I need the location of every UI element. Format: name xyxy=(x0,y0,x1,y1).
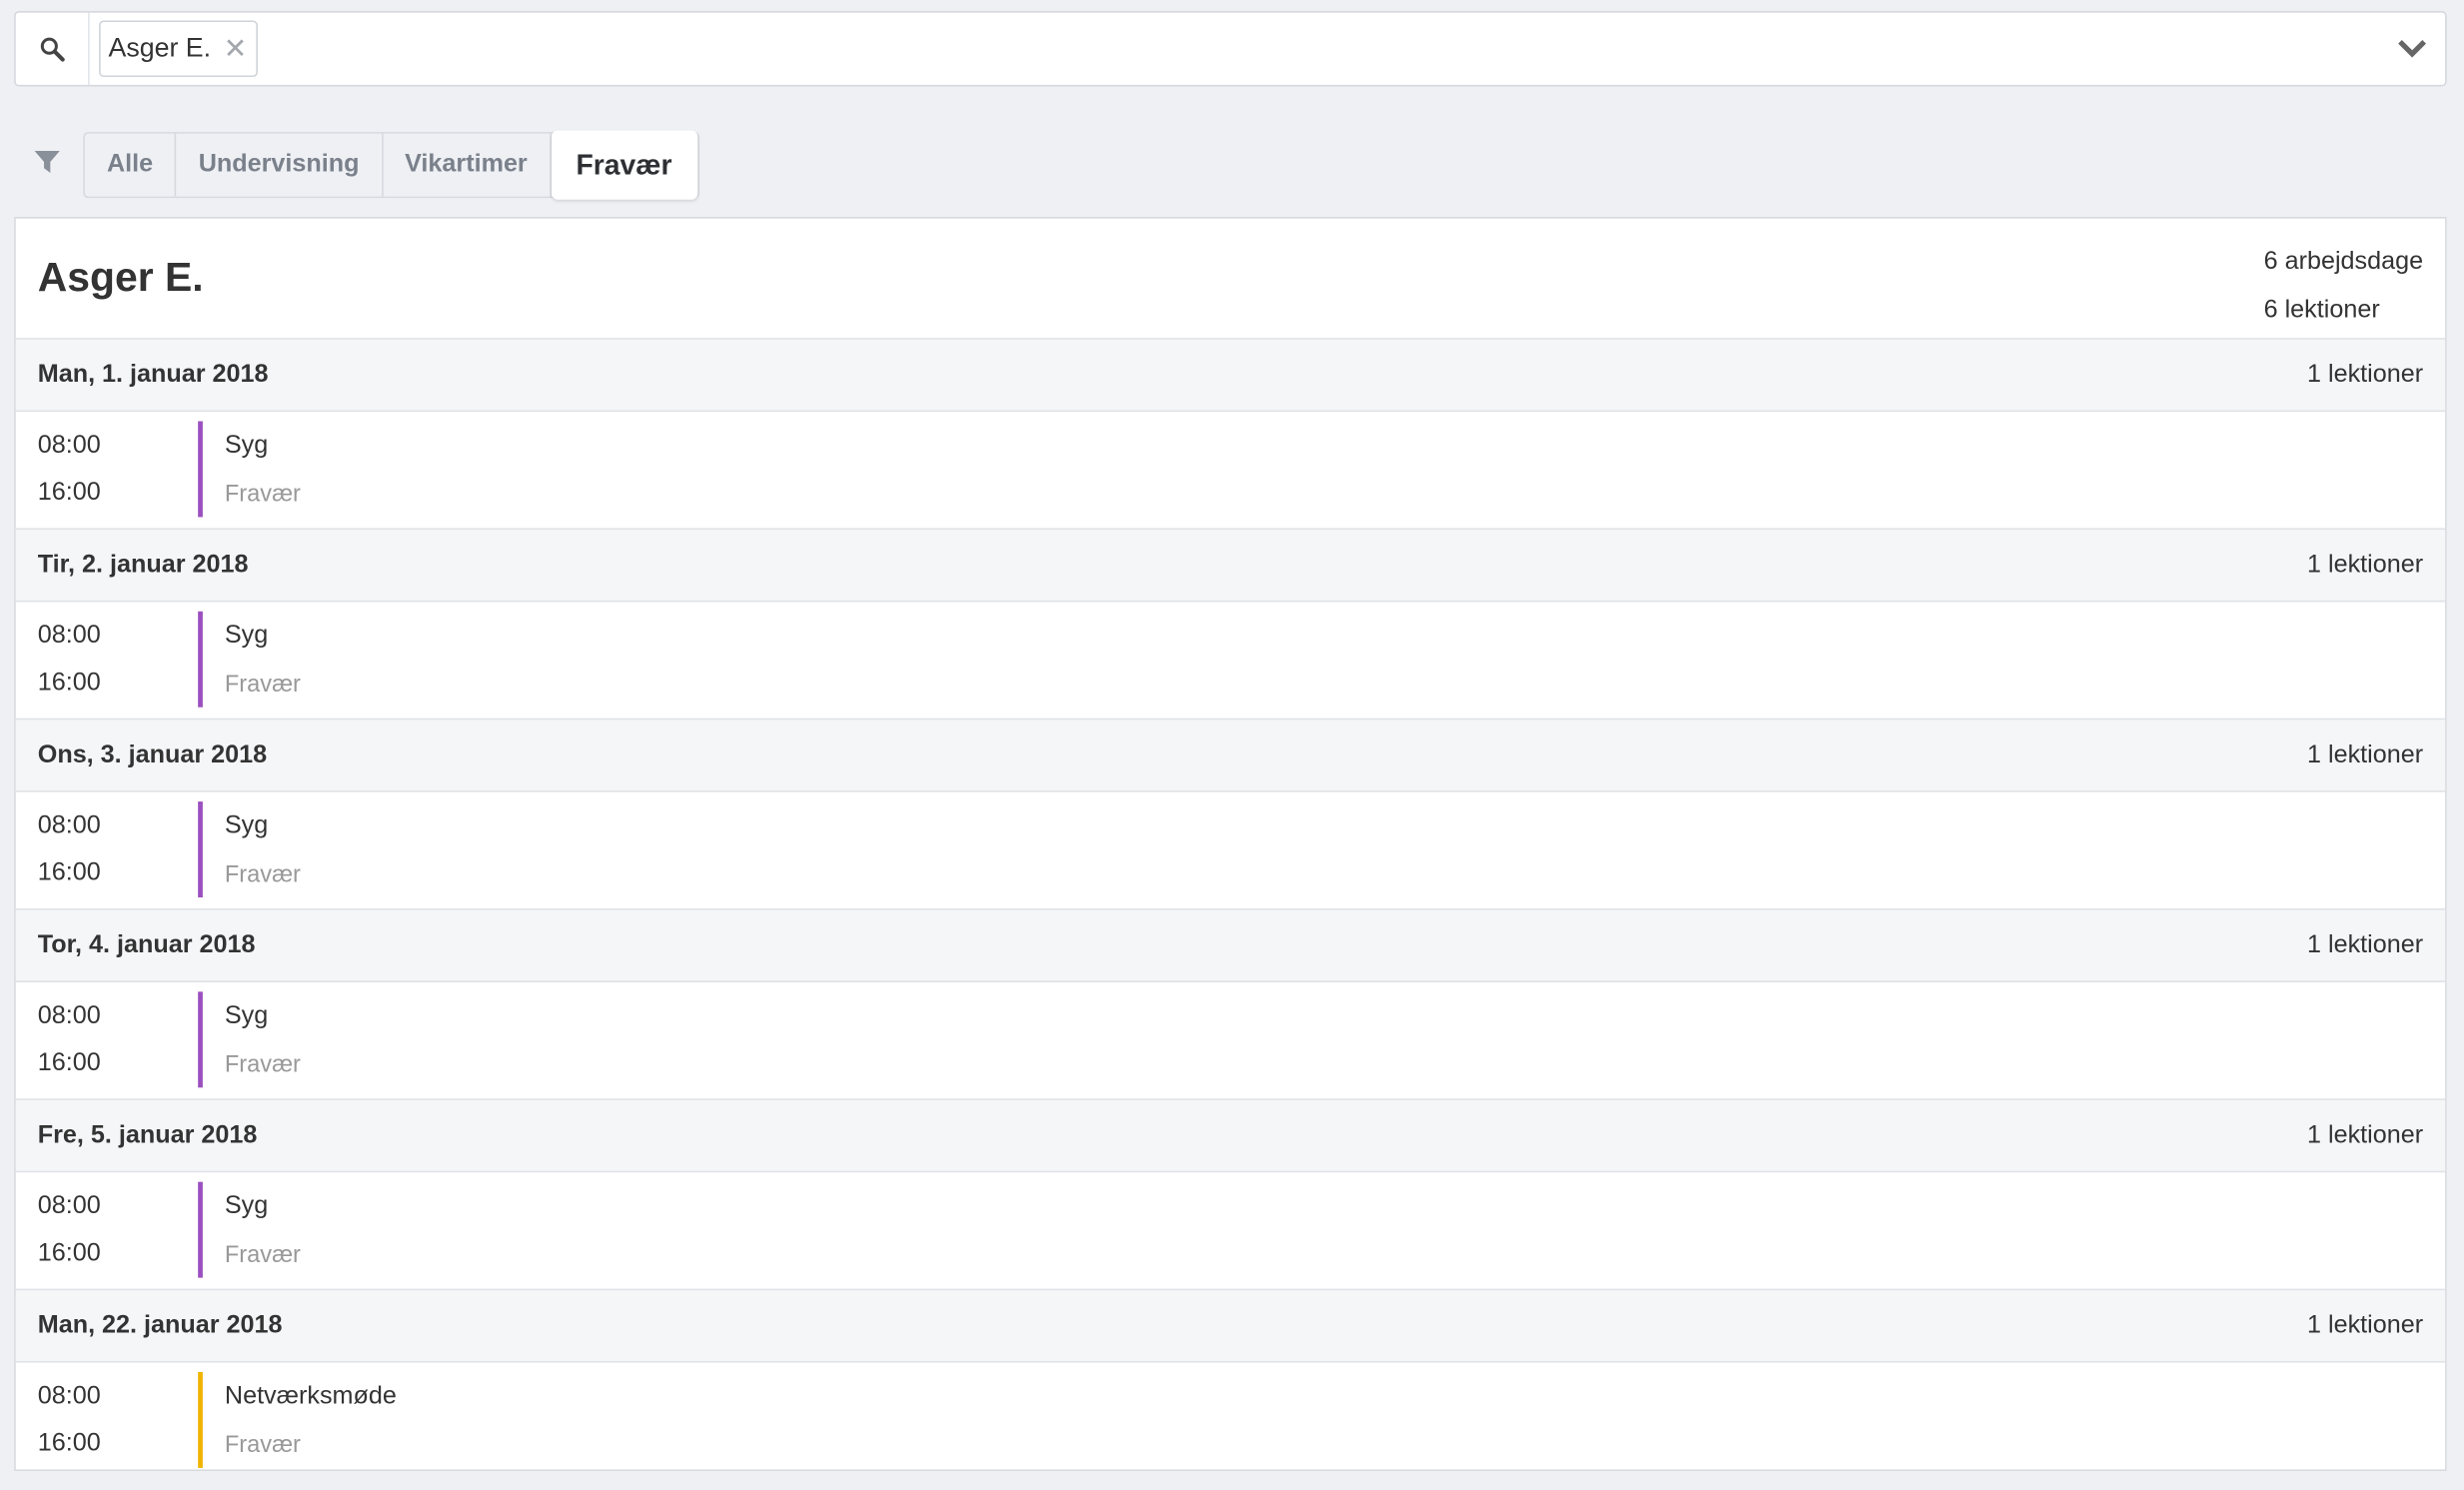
filter-tabs: Alle Undervisning Vikartimer Fravær xyxy=(83,130,699,200)
event-end-time: 16:00 xyxy=(37,1430,101,1457)
search-bar[interactable]: Asger E. ✕ xyxy=(14,11,2447,87)
event-row[interactable]: 08:00 16:00 Syg Fravær xyxy=(15,982,2446,1100)
event-type: Fravær xyxy=(224,1241,301,1269)
event-color-bar xyxy=(198,421,203,518)
day-header: Fre, 5. januar 2018 1 lektioner xyxy=(15,1099,2446,1173)
event-start-time: 08:00 xyxy=(37,1002,101,1030)
event-color-bar xyxy=(198,1181,203,1278)
event-title: Syg xyxy=(224,1002,269,1030)
event-row[interactable]: 08:00 16:00 Syg Fravær xyxy=(15,412,2446,530)
event-color-bar xyxy=(198,611,203,708)
panel-header: Asger E. 6 arbejdsdage 6 lektioner xyxy=(15,219,2446,340)
event-end-time: 16:00 xyxy=(37,1049,101,1077)
search-token[interactable]: Asger E. ✕ xyxy=(99,20,259,78)
event-end-time: 16:00 xyxy=(37,479,101,507)
day-list: Man, 1. januar 2018 1 lektioner 08:00 16… xyxy=(15,339,2446,1479)
day-date: Man, 22. januar 2018 xyxy=(37,1311,283,1339)
tab-vikartimer[interactable]: Vikartimer xyxy=(383,133,552,197)
event-color-bar xyxy=(198,801,203,898)
day-date: Fre, 5. januar 2018 xyxy=(37,1121,258,1148)
event-start-time: 08:00 xyxy=(37,622,101,650)
event-start-time: 08:00 xyxy=(37,432,101,460)
event-type: Fravær xyxy=(224,1051,301,1078)
summary-lessons: 6 lektioner xyxy=(2263,297,2380,324)
day-header: Man, 22. januar 2018 1 lektioner xyxy=(15,1290,2446,1363)
event-type: Fravær xyxy=(224,1431,301,1459)
day-lesson-count: 1 lektioner xyxy=(2306,930,2424,958)
day-header: Man, 1. januar 2018 1 lektioner xyxy=(15,339,2446,413)
event-title: Syg xyxy=(224,622,269,650)
event-row[interactable]: 08:00 16:00 Syg Fravær xyxy=(15,602,2446,721)
day-lesson-count: 1 lektioner xyxy=(2306,1121,2424,1148)
day-date: Tor, 4. januar 2018 xyxy=(37,930,256,958)
event-row[interactable]: 08:00 16:00 Netværksmøde Fravær xyxy=(16,1363,2445,1479)
day-lesson-count: 1 lektioner xyxy=(2306,360,2424,388)
remove-token-icon[interactable]: ✕ xyxy=(224,32,248,65)
schedule-panel: Asger E. 6 arbejdsdage 6 lektioner Man, … xyxy=(14,217,2447,1472)
event-color-bar xyxy=(198,1371,203,1468)
event-type: Fravær xyxy=(224,671,301,699)
filter-icon xyxy=(34,150,60,173)
tab-fravaer[interactable]: Fravær xyxy=(551,130,697,200)
day-date: Ons, 3. januar 2018 xyxy=(37,741,268,768)
event-title: Syg xyxy=(224,1192,269,1220)
app-root: Asger E. ✕ Alle Undervisning Vikartimer … xyxy=(0,0,2464,1490)
day-date: Man, 1. januar 2018 xyxy=(37,360,269,388)
day-header: Tir, 2. januar 2018 1 lektioner xyxy=(15,529,2446,603)
event-start-time: 08:00 xyxy=(37,1192,101,1220)
day-lesson-count: 1 lektioner xyxy=(2306,741,2424,768)
panel-summary: 6 arbejdsdage 6 lektioner xyxy=(2264,237,2424,335)
tab-undervisning[interactable]: Undervisning xyxy=(177,133,384,197)
day-date: Tir, 2. januar 2018 xyxy=(37,551,249,578)
day-header: Tor, 4. januar 2018 1 lektioner xyxy=(15,909,2446,982)
event-title: Syg xyxy=(224,432,269,460)
day-lesson-count: 1 lektioner xyxy=(2306,1311,2424,1339)
panel-title: Asger E. xyxy=(37,253,204,301)
event-type: Fravær xyxy=(224,860,301,888)
day-lesson-count: 1 lektioner xyxy=(2306,551,2424,578)
event-color-bar xyxy=(198,991,203,1088)
event-title: Syg xyxy=(224,812,269,839)
event-end-time: 16:00 xyxy=(37,859,101,887)
event-end-time: 16:00 xyxy=(37,1239,101,1267)
day-header: Ons, 3. januar 2018 1 lektioner xyxy=(15,720,2446,792)
event-start-time: 08:00 xyxy=(37,812,101,839)
event-start-time: 08:00 xyxy=(37,1382,101,1410)
tab-alle[interactable]: Alle xyxy=(85,133,177,197)
event-end-time: 16:00 xyxy=(37,669,101,697)
event-type: Fravær xyxy=(224,481,301,508)
event-title: Netværksmøde xyxy=(224,1382,397,1410)
search-token-label: Asger E. xyxy=(108,33,212,63)
summary-days: 6 arbejdsdage xyxy=(2263,248,2424,276)
chevron-down-icon[interactable] xyxy=(2395,31,2430,66)
event-row[interactable]: 08:00 16:00 Syg Fravær xyxy=(15,1172,2446,1291)
event-row[interactable]: 08:00 16:00 Syg Fravær xyxy=(15,792,2446,910)
search-button[interactable] xyxy=(16,12,90,85)
search-icon xyxy=(40,36,64,61)
